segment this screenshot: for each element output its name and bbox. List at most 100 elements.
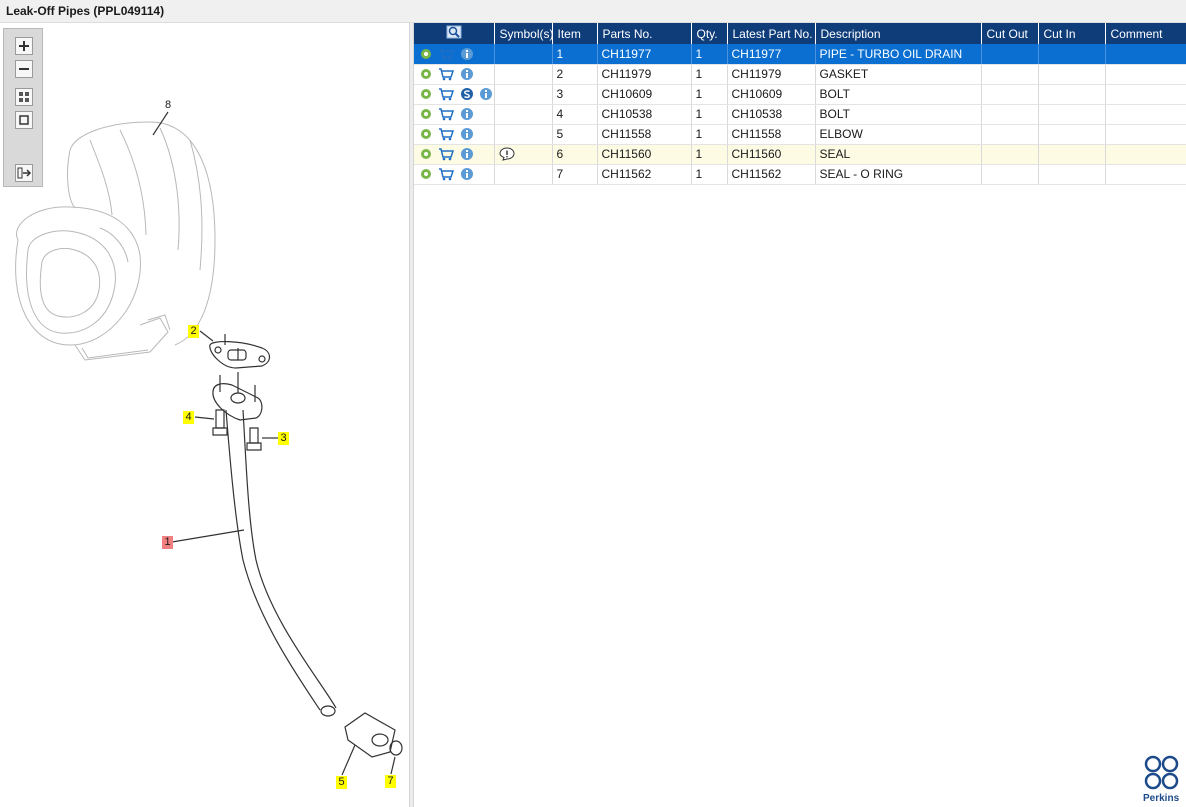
cart-icon[interactable] (438, 127, 455, 141)
header-symbols[interactable]: Symbol(s) (494, 23, 553, 44)
info-icon[interactable] (460, 47, 474, 61)
callout-8[interactable]: 8 (165, 99, 175, 113)
cell-description: SEAL - O RING (815, 164, 982, 185)
callout-4[interactable]: 4 (183, 411, 194, 424)
cell-description: PIPE - TURBO OIL DRAIN (815, 44, 982, 65)
square-icon (19, 115, 29, 125)
diagram-toolbar (3, 28, 43, 187)
search-icon (446, 25, 462, 39)
cell-cut-in (1038, 124, 1106, 145)
cell-cut-in (1038, 104, 1106, 125)
cell-symbols (494, 84, 553, 105)
actual-size-button[interactable] (15, 111, 33, 129)
cell-latest-part-no: CH10538 (727, 104, 816, 125)
table-row[interactable]: 3 CH10609 1 CH10609 BOLT (414, 84, 1186, 105)
table-row[interactable]: 1 CH11977 1 CH11977 PIPE - TURBO OIL DRA… (414, 44, 1186, 65)
info-icon[interactable] (460, 147, 474, 161)
export-arrow-icon (17, 167, 32, 179)
cell-qty: 1 (691, 64, 728, 85)
cart-icon[interactable] (438, 107, 455, 121)
info-icon[interactable] (460, 67, 474, 81)
callout-5[interactable]: 5 (336, 776, 347, 789)
header-latest-part-no[interactable]: Latest Part No. (727, 23, 816, 44)
cell-qty: 1 (691, 84, 728, 105)
cart-icon[interactable] (438, 47, 455, 61)
gear-icon[interactable] (419, 147, 433, 161)
cell-latest-part-no: CH11560 (727, 144, 816, 165)
diagram-pane[interactable]: 8 2 4 3 1 5 7 (0, 23, 409, 807)
grid-icon (19, 92, 29, 102)
minus-icon (19, 68, 29, 70)
header-cut-in[interactable]: Cut In (1038, 23, 1106, 44)
cell-cut-in (1038, 164, 1106, 185)
cell-comment (1105, 124, 1186, 145)
cell-symbols (494, 104, 553, 125)
table-row[interactable]: 2 CH11979 1 CH11979 GASKET (414, 64, 1186, 85)
exploded-diagram[interactable] (0, 23, 409, 807)
gear-icon[interactable] (419, 47, 433, 61)
callout-3[interactable]: 3 (278, 432, 289, 445)
cell-item: 5 (552, 124, 598, 145)
cell-parts-no: CH11979 (597, 64, 692, 85)
callout-7[interactable]: 7 (385, 775, 396, 788)
perkins-logo: Perkins (1143, 755, 1180, 804)
cell-item: 1 (552, 44, 598, 65)
cell-qty: 1 (691, 44, 728, 65)
cart-icon[interactable] (438, 87, 455, 101)
window-title: Leak-Off Pipes (PPL049114) (0, 0, 1186, 23)
header-item[interactable]: Item (552, 23, 598, 44)
gear-icon[interactable] (419, 167, 433, 181)
callout-1[interactable]: 1 (162, 536, 173, 549)
cell-latest-part-no: CH11979 (727, 64, 816, 85)
cell-latest-part-no: CH11977 (727, 44, 816, 65)
header-qty[interactable]: Qty. (691, 23, 728, 44)
cell-cut-out (981, 84, 1039, 105)
cart-icon[interactable] (438, 67, 455, 81)
gear-icon[interactable] (419, 87, 433, 101)
warning-seal-icon[interactable] (498, 147, 515, 162)
table-row[interactable]: 5 CH11558 1 CH11558 ELBOW (414, 124, 1186, 145)
cell-cut-out (981, 144, 1039, 165)
table-row[interactable]: 7 CH11562 1 CH11562 SEAL - O RING (414, 164, 1186, 185)
header-search[interactable] (414, 23, 495, 44)
table-row[interactable]: 4 CH10538 1 CH10538 BOLT (414, 104, 1186, 125)
cell-comment (1105, 84, 1186, 105)
cell-item: 2 (552, 64, 598, 85)
zoom-in-button[interactable] (15, 37, 33, 55)
export-button[interactable] (15, 164, 33, 182)
header-parts-no[interactable]: Parts No. (597, 23, 692, 44)
fit-to-window-button[interactable] (15, 88, 33, 106)
plus-icon (19, 41, 29, 51)
cell-parts-no: CH11560 (597, 144, 692, 165)
gear-icon[interactable] (419, 107, 433, 121)
turbocharger-drawing (15, 121, 216, 361)
header-cut-out[interactable]: Cut Out (981, 23, 1039, 44)
header-description[interactable]: Description (815, 23, 982, 44)
cell-item: 4 (552, 104, 598, 125)
cell-description: ELBOW (815, 124, 982, 145)
cell-cut-in (1038, 84, 1106, 105)
supersession-icon[interactable] (460, 87, 474, 101)
row-actions (414, 64, 495, 85)
info-icon[interactable] (460, 167, 474, 181)
table-row[interactable]: 6 CH11560 1 CH11560 SEAL (414, 144, 1186, 165)
cell-description: GASKET (815, 64, 982, 85)
info-icon[interactable] (460, 107, 474, 121)
cell-comment (1105, 44, 1186, 65)
callout-2[interactable]: 2 (188, 325, 199, 338)
info-icon[interactable] (479, 87, 493, 101)
row-actions (414, 124, 495, 145)
cell-cut-in (1038, 144, 1106, 165)
gear-icon[interactable] (419, 127, 433, 141)
cell-qty: 1 (691, 164, 728, 185)
zoom-out-button[interactable] (15, 60, 33, 78)
cell-comment (1105, 64, 1186, 85)
cell-parts-no: CH11977 (597, 44, 692, 65)
cell-latest-part-no: CH11562 (727, 164, 816, 185)
cart-icon[interactable] (438, 147, 455, 161)
cart-icon[interactable] (438, 167, 455, 181)
gear-icon[interactable] (419, 67, 433, 81)
row-actions (414, 144, 495, 165)
info-icon[interactable] (460, 127, 474, 141)
header-comment[interactable]: Comment (1105, 23, 1186, 44)
